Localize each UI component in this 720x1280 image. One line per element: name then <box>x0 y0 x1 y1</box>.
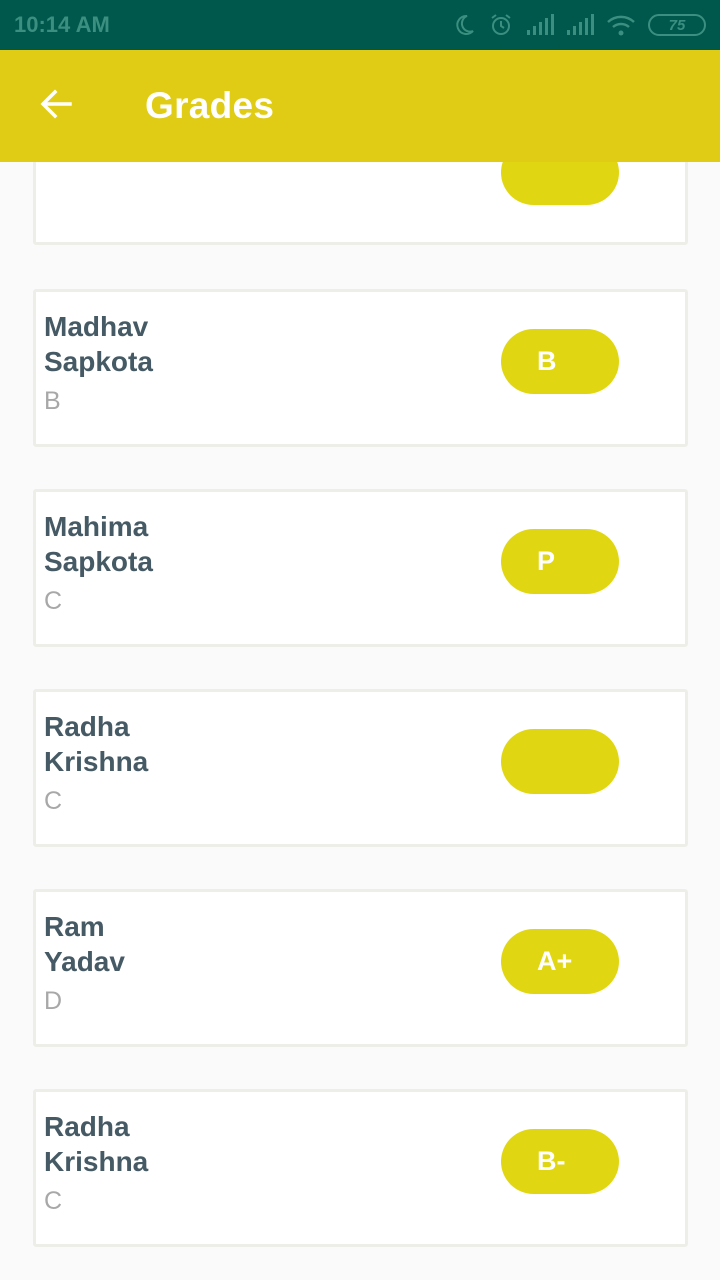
page-title: Grades <box>145 85 275 126</box>
student-class: C <box>44 587 63 615</box>
status-bar: 10:14 AM 75 <box>0 0 720 50</box>
student-name: Radha Krishna <box>44 711 149 777</box>
status-time: 10:14 AM <box>14 12 110 37</box>
signal-icon <box>526 14 554 36</box>
student-class: C <box>44 1187 63 1215</box>
student-class: C <box>44 787 63 815</box>
grade-badge[interactable] <box>501 162 619 205</box>
grade-card[interactable]: Mahima Sapkota C P <box>33 489 688 647</box>
grade-badge[interactable]: B <box>501 329 619 394</box>
alarm-icon <box>488 12 514 38</box>
student-name: Madhav Sapkota <box>44 311 153 377</box>
student-class: D <box>44 987 63 1015</box>
grades-list[interactable]: Madhav Sapkota B B Mahima Sapkota C P Ra… <box>0 162 720 1280</box>
grade-card[interactable]: Radha Krishna C <box>33 689 688 847</box>
student-name: Radha Krishna <box>44 1111 149 1177</box>
status-icons: 75 <box>452 12 706 38</box>
arrow-left-icon <box>38 86 74 126</box>
grade-card[interactable] <box>33 162 688 245</box>
moon-icon <box>452 13 476 37</box>
grade-card[interactable]: Ram Yadav D A+ <box>33 889 688 1047</box>
app-bar: Grades <box>0 50 720 162</box>
grade-badge[interactable]: A+ <box>501 929 619 994</box>
battery-icon: 75 <box>648 14 706 36</box>
wifi-icon <box>606 14 636 36</box>
grade-badge[interactable]: P <box>501 529 619 594</box>
grade-card[interactable]: Radha Krishna C B- <box>33 1089 688 1247</box>
grade-card[interactable]: Madhav Sapkota B B <box>33 289 688 447</box>
student-class: B <box>44 387 61 415</box>
student-name: Mahima Sapkota <box>44 511 153 577</box>
grade-badge[interactable] <box>501 729 619 794</box>
back-button[interactable] <box>0 50 112 162</box>
signal-icon-2 <box>566 14 594 36</box>
grade-badge[interactable]: B- <box>501 1129 619 1194</box>
student-name: Ram Yadav <box>44 911 125 977</box>
